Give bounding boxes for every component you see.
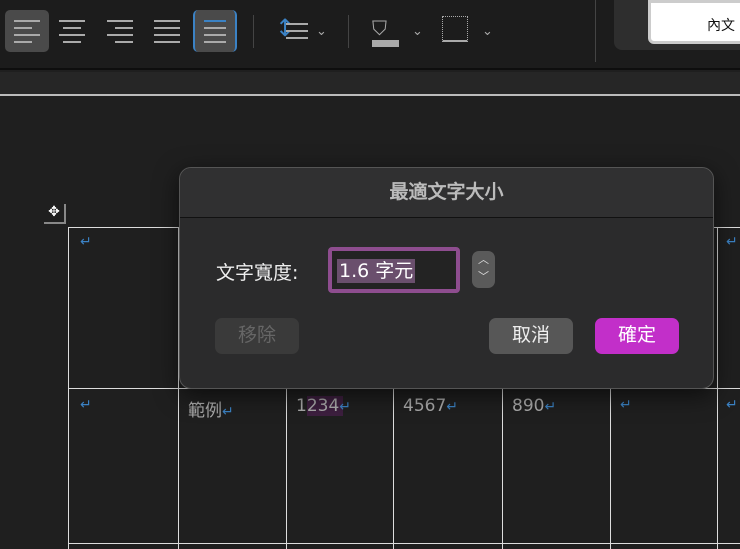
width-value: 1.6 字元	[337, 259, 416, 283]
width-label: 文字寬度:	[216, 262, 299, 284]
align-center-button[interactable]	[50, 10, 94, 52]
stepper-up-icon[interactable]: ︿	[472, 251, 495, 268]
cancel-button[interactable]: 取消	[489, 318, 573, 354]
dialog-title: 最適文字大小	[180, 168, 713, 218]
style-normal[interactable]: 內文	[648, 0, 740, 44]
justify-button[interactable]	[145, 10, 189, 52]
separator	[348, 15, 349, 48]
width-input[interactable]: 1.6 字元	[328, 247, 460, 293]
return-mark: ↵	[80, 234, 92, 250]
line-spacing-lines-icon	[282, 10, 312, 52]
table-cell[interactable]: 890↵	[512, 396, 556, 416]
ok-button[interactable]: 確定	[595, 318, 679, 354]
ruler	[0, 72, 740, 96]
distributed-align-button[interactable]	[193, 10, 237, 52]
table-cell[interactable]: 4567↵	[403, 396, 458, 416]
chevron-down-icon[interactable]: ⌄	[316, 24, 327, 39]
return-mark: ↵	[80, 397, 92, 413]
separator	[595, 0, 596, 62]
chevron-down-icon[interactable]: ⌄	[482, 24, 493, 39]
toolbar: ↕ ⌄ ⛉ ⌄ ⌄ 內文	[0, 0, 740, 70]
fill-color-swatch	[372, 40, 399, 47]
stepper-down-icon[interactable]: ﹀	[472, 268, 495, 285]
align-right-button[interactable]	[98, 10, 142, 52]
paint-bucket-icon[interactable]: ⛉	[372, 16, 387, 40]
width-stepper[interactable]: ︿ ﹀	[472, 251, 495, 288]
separator	[253, 15, 254, 48]
style-label: 內文	[707, 18, 735, 34]
return-mark: ↵	[620, 397, 632, 413]
return-mark: ↵	[726, 397, 738, 413]
table-move-handle[interactable]: ✥	[44, 204, 66, 224]
return-mark: ↵	[726, 234, 738, 250]
chevron-down-icon[interactable]: ⌄	[412, 24, 423, 39]
remove-button[interactable]: 移除	[215, 318, 299, 354]
table-cell[interactable]: 1234↵	[296, 396, 351, 416]
table-cell[interactable]: 範例↵	[188, 396, 234, 421]
align-left-button[interactable]	[5, 10, 49, 52]
fit-text-dialog: 最適文字大小 文字寬度: 1.6 字元 ︿ ﹀ 移除 取消 確定	[179, 167, 714, 389]
borders-icon[interactable]	[442, 16, 468, 42]
